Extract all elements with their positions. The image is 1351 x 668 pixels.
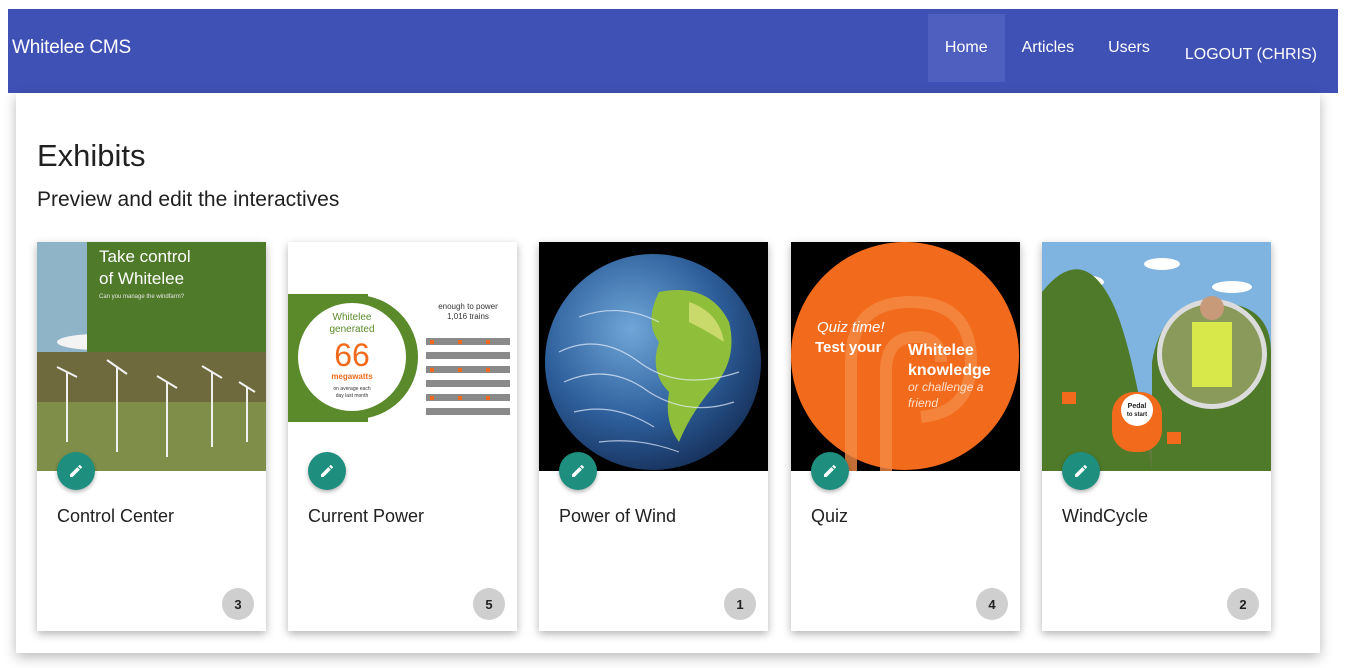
cp-note2: day last month xyxy=(336,393,369,399)
quiz-line2a: Test your xyxy=(815,339,882,356)
cp-right2: 1,016 trains xyxy=(447,312,489,321)
card-title: Quiz xyxy=(811,506,849,526)
cp-note1: on average each xyxy=(333,386,370,392)
cc-heading-1: Take control xyxy=(99,247,191,266)
exhibit-card-control-center[interactable]: Take control of Whitelee Can you manage … xyxy=(37,242,266,631)
cp-line1: Whitelee xyxy=(333,312,372,323)
exhibit-card-windcycle[interactable]: Pedal to start WindCycle 2 xyxy=(1042,242,1271,631)
cp-right1: enough to power xyxy=(438,302,498,311)
exhibit-image-power-of-wind xyxy=(539,242,768,471)
exhibit-card-power-of-wind[interactable]: Power of Wind 1 xyxy=(539,242,768,631)
count-badge: 4 xyxy=(976,588,1008,620)
edit-button-power-of-wind[interactable] xyxy=(559,452,597,490)
count-badge: 3 xyxy=(222,588,254,620)
exhibit-image-control-center: Take control of Whitelee Can you manage … xyxy=(37,242,266,471)
wc-line2: to start xyxy=(1127,412,1147,418)
pencil-icon xyxy=(70,464,83,477)
quiz-line5: friend xyxy=(908,396,938,410)
exhibit-image-windcycle: Pedal to start xyxy=(1042,242,1271,471)
edit-button-windcycle[interactable] xyxy=(1062,452,1100,490)
exhibit-image-current-power: Whitelee generated 66 megawatts on avera… xyxy=(288,242,517,471)
page-title: Exhibits xyxy=(37,138,146,173)
count-badge: 2 xyxy=(1227,588,1259,620)
app-bar: Whitelee CMS Home Articles Users LOGOUT … xyxy=(8,9,1338,93)
wc-line1: Pedal xyxy=(1128,403,1147,410)
count-badge: 1 xyxy=(724,588,756,620)
edit-button-quiz[interactable] xyxy=(811,452,849,490)
logout-button[interactable]: LOGOUT (CHRIS) xyxy=(1167,13,1338,97)
edit-button-control-center[interactable] xyxy=(57,452,95,490)
edit-button-current-power[interactable] xyxy=(308,452,346,490)
nav-home[interactable]: Home xyxy=(927,14,1005,82)
card-title: Current Power xyxy=(308,506,425,526)
quiz-line1: Quiz time! xyxy=(817,319,885,336)
pencil-icon xyxy=(824,464,837,477)
quiz-line4: or challenge a xyxy=(908,380,984,394)
exhibit-card-quiz[interactable]: Quiz time! Test your Whitelee knowledge … xyxy=(791,242,1020,631)
exhibit-image-quiz: Quiz time! Test your Whitelee knowledge … xyxy=(791,242,1020,471)
quiz-line3: knowledge xyxy=(908,362,991,379)
card-title: Power of Wind xyxy=(559,506,677,526)
card-title: Control Center xyxy=(57,506,175,526)
quiz-line2b: Whitelee xyxy=(908,342,974,359)
card-title: WindCycle xyxy=(1062,506,1149,526)
cc-heading-2: of Whitelee xyxy=(99,269,184,288)
cc-caption: Can you manage the windfarm? xyxy=(99,294,185,300)
window-top-edge xyxy=(0,0,1351,9)
pencil-icon xyxy=(321,464,334,477)
cp-unit: megawatts xyxy=(331,372,373,381)
cp-value: 66 xyxy=(334,337,370,373)
pencil-icon xyxy=(572,464,585,477)
cp-line2: generated xyxy=(329,324,374,335)
count-badge: 5 xyxy=(473,588,505,620)
pencil-icon xyxy=(1075,464,1088,477)
nav-users[interactable]: Users xyxy=(1091,14,1167,82)
exhibit-card-current-power[interactable]: Whitelee generated 66 megawatts on avera… xyxy=(288,242,517,631)
page-subtitle: Preview and edit the interactives xyxy=(37,188,340,211)
nav-articles[interactable]: Articles xyxy=(1005,14,1091,82)
main-nav: Home Articles Users LOGOUT (CHRIS) xyxy=(927,9,1338,93)
app-brand[interactable]: Whitelee CMS xyxy=(12,37,131,59)
